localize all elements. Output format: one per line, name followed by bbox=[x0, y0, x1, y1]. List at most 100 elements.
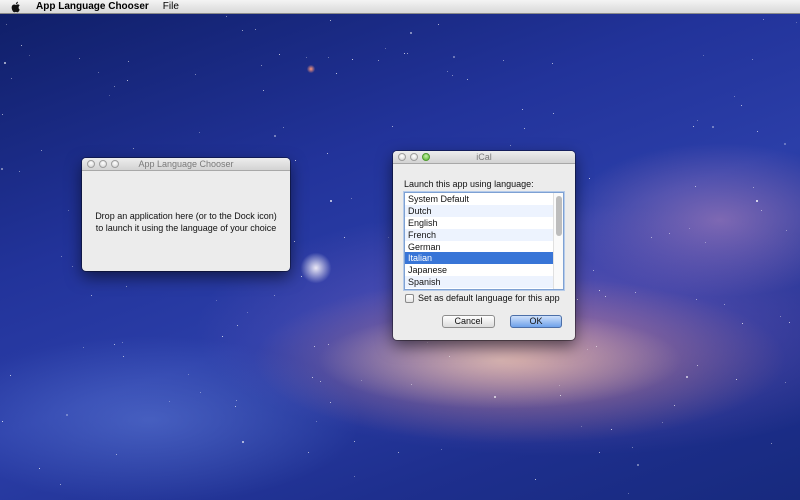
close-button[interactable] bbox=[87, 160, 95, 168]
language-prompt: Launch this app using language: bbox=[404, 179, 534, 189]
star-decoration bbox=[524, 128, 525, 129]
star-decoration bbox=[553, 113, 554, 114]
drop-zone-instructions[interactable]: Drop an application here (or to the Dock… bbox=[82, 210, 290, 234]
star-decoration bbox=[327, 153, 328, 154]
star-decoration bbox=[785, 382, 786, 383]
star-decoration bbox=[294, 241, 295, 242]
star-decoration bbox=[669, 233, 670, 234]
star-decoration bbox=[308, 452, 309, 453]
main-window-titlebar[interactable]: App Language Chooser bbox=[82, 158, 290, 171]
star-decoration bbox=[771, 443, 772, 444]
star-decoration bbox=[312, 377, 313, 378]
language-option-italian[interactable]: Italian bbox=[405, 252, 553, 265]
star-decoration bbox=[605, 296, 606, 297]
star-decoration bbox=[123, 356, 124, 357]
star-decoration bbox=[72, 266, 73, 267]
star-decoration bbox=[510, 145, 511, 146]
star-decoration bbox=[200, 392, 201, 393]
star-decoration bbox=[686, 376, 688, 378]
star-decoration bbox=[242, 30, 243, 31]
menu-app-name[interactable]: App Language Chooser bbox=[36, 1, 149, 12]
star-decoration bbox=[796, 22, 797, 23]
star-decoration bbox=[559, 385, 560, 386]
star-decoration bbox=[752, 59, 753, 60]
star-decoration bbox=[61, 256, 62, 257]
star-decoration bbox=[66, 414, 68, 416]
language-option-french[interactable]: French bbox=[405, 228, 553, 241]
star-decoration bbox=[1, 168, 3, 170]
star-decoration bbox=[91, 295, 92, 296]
minimize-button[interactable] bbox=[99, 160, 107, 168]
main-window[interactable]: App Language Chooser Drop an application… bbox=[82, 158, 290, 271]
star-decoration bbox=[255, 29, 256, 30]
star-decoration bbox=[6, 24, 7, 25]
apple-icon[interactable] bbox=[10, 1, 22, 13]
star-decoration bbox=[199, 132, 200, 133]
star-decoration bbox=[263, 90, 264, 91]
star-decoration bbox=[438, 24, 439, 25]
star-decoration bbox=[109, 95, 110, 96]
scroll-thumb[interactable] bbox=[556, 196, 562, 236]
star-decoration bbox=[404, 53, 405, 54]
star-decoration bbox=[388, 237, 389, 238]
cancel-button[interactable]: Cancel bbox=[442, 315, 495, 328]
dialog-minimize-button[interactable] bbox=[410, 153, 418, 161]
star-decoration bbox=[274, 135, 276, 137]
star-decoration bbox=[674, 405, 675, 406]
window-controls bbox=[87, 160, 119, 168]
star-decoration bbox=[742, 323, 743, 324]
star-decoration bbox=[68, 210, 69, 211]
language-list-scrollbar[interactable] bbox=[553, 193, 563, 289]
star-decoration bbox=[378, 60, 379, 61]
star-decoration bbox=[295, 160, 296, 161]
language-option-english[interactable]: English bbox=[405, 217, 553, 229]
language-option-system-default[interactable]: System Default bbox=[405, 193, 553, 205]
star-decoration bbox=[128, 61, 129, 62]
star-decoration bbox=[351, 198, 352, 199]
language-list[interactable]: System Default Dutch English French German It… bbox=[404, 192, 564, 290]
star-decoration bbox=[596, 346, 597, 347]
star-decoration bbox=[589, 178, 590, 179]
star-decoration bbox=[235, 406, 236, 407]
star-decoration bbox=[261, 65, 262, 66]
star-decoration bbox=[352, 59, 353, 60]
star-decoration bbox=[757, 131, 758, 132]
dialog-zoom-button[interactable] bbox=[422, 153, 430, 161]
star-decoration bbox=[611, 429, 612, 430]
language-option-dutch[interactable]: Dutch bbox=[405, 204, 553, 217]
star-decoration bbox=[724, 304, 725, 305]
star-decoration bbox=[274, 295, 275, 296]
language-option-japanese[interactable]: Japanese bbox=[405, 264, 553, 276]
dialog-close-button[interactable] bbox=[398, 153, 406, 161]
star-decoration bbox=[10, 375, 11, 376]
default-language-option[interactable]: Set as default language for this app bbox=[405, 293, 560, 303]
star-decoration bbox=[628, 493, 629, 494]
star-decoration bbox=[712, 126, 714, 128]
star-decoration bbox=[734, 96, 735, 97]
menu-item-file[interactable]: File bbox=[163, 1, 179, 12]
star-decoration bbox=[126, 286, 127, 287]
star-decoration bbox=[695, 186, 696, 187]
dialog-titlebar[interactable]: iCal bbox=[393, 151, 575, 164]
star-decoration bbox=[411, 384, 412, 385]
ok-button[interactable]: OK bbox=[510, 315, 562, 328]
dialog-window-controls bbox=[398, 153, 430, 161]
default-language-label: Set as default language for this app bbox=[418, 293, 560, 303]
zoom-button[interactable] bbox=[111, 160, 119, 168]
star-decoration bbox=[127, 80, 128, 81]
star-decoration bbox=[314, 346, 315, 347]
language-option-spanish[interactable]: Spanish bbox=[405, 276, 553, 289]
default-language-checkbox[interactable] bbox=[405, 293, 414, 303]
star-decoration bbox=[236, 400, 237, 401]
language-option-german[interactable]: German bbox=[405, 241, 553, 253]
star-decoration bbox=[503, 60, 504, 61]
star-decoration bbox=[2, 114, 3, 115]
language-dialog[interactable]: iCal Launch this app using language: Sys… bbox=[393, 151, 575, 340]
star-decoration bbox=[552, 63, 553, 64]
star-decoration bbox=[39, 468, 40, 469]
star-decoration bbox=[635, 292, 636, 293]
star-decoration bbox=[301, 276, 302, 277]
star-decoration bbox=[60, 484, 61, 485]
star-decoration bbox=[195, 74, 196, 75]
star-decoration bbox=[328, 57, 329, 58]
